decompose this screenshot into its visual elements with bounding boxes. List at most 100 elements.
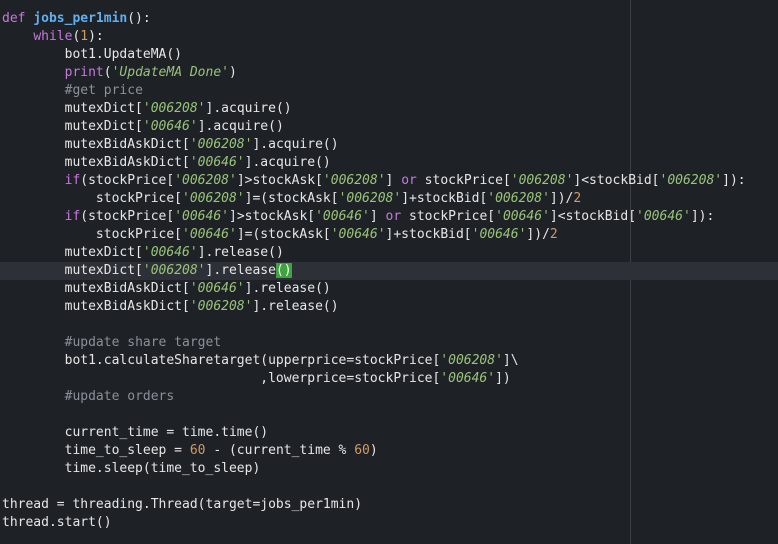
code-token: ]>stockAsk[ [236,173,323,188]
code-token: ]<stockBid[ [549,209,637,224]
code-token: '00646' [182,227,237,242]
code-text: mutexDict['00646'].acquire() [2,118,284,136]
code-token: '006208' [322,173,386,188]
code-token: thread = threading.Thread(target=jobs_pe… [2,497,363,512]
code-token: '006208' [174,173,237,188]
code-token: '006208' [189,299,253,314]
code-token: '006208' [182,191,245,206]
code-token: time_to_sleep = [2,443,190,458]
code-line[interactable] [0,316,778,334]
code-line[interactable]: if(stockPrice['00646']>stockAsk['00646']… [0,208,778,226]
code-token: ) [369,443,378,458]
code-line[interactable]: mutexDict['00646'].acquire() [0,118,778,136]
code-token: '00646' [189,281,245,296]
code-token: ].acquire() [205,101,292,116]
code-line[interactable]: bot1.calculateSharetarget(upperprice=sto… [0,352,778,370]
code-line[interactable]: if(stockPrice['006208']>stockAsk['006208… [0,172,778,190]
code-line[interactable]: time.sleep(time_to_sleep) [0,460,778,478]
code-token: 2 [549,227,558,242]
code-line[interactable]: time_to_sleep = 60 - (current_time % 60) [0,442,778,460]
code-token: ]): [722,173,746,188]
code-token: mutexBidAskDict[ [2,299,190,314]
code-line[interactable]: mutexBidAskDict['006208'].release() [0,298,778,316]
code-line[interactable]: bot1.UpdateMA() [0,46,778,64]
code-line[interactable]: #update orders [0,388,778,406]
code-line[interactable] [0,478,778,496]
code-line[interactable]: while(1): [0,28,778,46]
code-token: 1 [80,29,89,44]
code-line[interactable]: #update share target [0,334,778,352]
code-token: '00646' [174,209,229,224]
code-token: ].acquire() [252,137,339,152]
code-token: ,lowerprice=stockPrice[ [2,371,441,386]
code-text: time_to_sleep = 60 - (current_time % 60) [2,442,378,460]
current-code-line[interactable]: mutexDict['006208'].release() [0,262,778,280]
code-editor[interactable]: def jobs_per1min(): while(1): bot1.Updat… [0,0,778,544]
code-text: stockPrice['006208']=(stockAsk['006208']… [2,190,581,208]
code-token: ].release() [244,281,331,296]
code-token: '006208' [659,173,723,188]
code-token: mutexDict[ [2,119,143,134]
code-token: ]<stockBid[ [573,173,660,188]
code-token: '006208' [189,137,253,152]
code-line[interactable]: thread.start() [0,514,778,532]
code-token: time.sleep(time_to_sleep) [2,461,261,476]
code-token: mutexBidAskDict[ [2,155,190,170]
code-token: stockPrice[ [2,227,183,242]
code-line[interactable]: mutexDict['006208'].acquire() [0,100,778,118]
code-token: ])/ [549,191,574,206]
code-token: #update share target [64,335,222,350]
code-token: #get price [64,83,143,98]
code-text: if(stockPrice['006208']>stockAsk['006208… [2,172,746,190]
code-line[interactable]: mutexBidAskDict['00646'].acquire() [0,154,778,172]
code-token: ].acquire() [197,119,284,134]
code-text: if(stockPrice['00646']>stockAsk['00646']… [2,208,715,226]
code-token: print [64,65,104,80]
code-token: jobs_per1min [33,11,128,26]
code-line[interactable]: stockPrice['006208']=(stockAsk['006208']… [0,190,778,208]
code-text: bot1.UpdateMA() [2,46,182,64]
code-token: ]+stockBid[ [385,227,472,242]
code-line[interactable]: print('UpdateMA Done') [0,64,778,82]
code-text: def jobs_per1min(): [2,10,151,28]
code-line[interactable]: thread = threading.Thread(target=jobs_pe… [0,496,778,514]
code-text: #get price [2,82,143,100]
code-token: ]=(stockAsk[ [236,227,331,242]
code-token: ]) [495,371,511,386]
code-token: thread.start() [2,515,112,530]
code-line[interactable] [0,406,778,424]
code-text: thread = threading.Thread(target=jobs_pe… [2,496,362,514]
code-line[interactable]: def jobs_per1min(): [0,10,778,28]
code-token: if [64,173,81,188]
code-token: '00646' [471,227,527,242]
code-line[interactable]: ,lowerprice=stockPrice['00646']) [0,370,778,388]
code-token: '006208' [338,191,402,206]
code-line[interactable]: stockPrice['00646']=(stockAsk['00646']+s… [0,226,778,244]
code-token: mutexBidAskDict[ [2,281,190,296]
code-token: #update orders [64,389,175,404]
code-token: ] [385,173,402,188]
code-text: mutexBidAskDict['006208'].acquire() [2,136,339,154]
code-token: def [2,11,26,26]
code-token: stockPrice[ [2,191,183,206]
code-line[interactable]: mutexDict['00646'].release() [0,244,778,262]
code-line[interactable]: mutexBidAskDict['00646'].release() [0,280,778,298]
code-token: ) [229,65,237,80]
code-line[interactable]: current_time = time.time() [0,424,778,442]
code-line[interactable]: mutexBidAskDict['006208'].acquire() [0,136,778,154]
code-text: mutexBidAskDict['00646'].release() [2,280,331,298]
code-text: thread.start() [2,514,112,532]
code-line[interactable]: #get price [0,82,778,100]
code-text: mutexBidAskDict['00646'].acquire() [2,154,331,172]
code-text: time.sleep(time_to_sleep) [2,460,261,478]
code-token: or [385,209,402,224]
code-text: mutexBidAskDict['006208'].release() [2,298,339,316]
code-token: (stockPrice[ [80,173,175,188]
code-token: ] [369,209,386,224]
code-token: '00646' [189,155,245,170]
code-token: stockPrice[ [416,173,511,188]
code-text: mutexDict['006208'].release() [2,262,292,280]
code-token: '00646' [636,209,691,224]
